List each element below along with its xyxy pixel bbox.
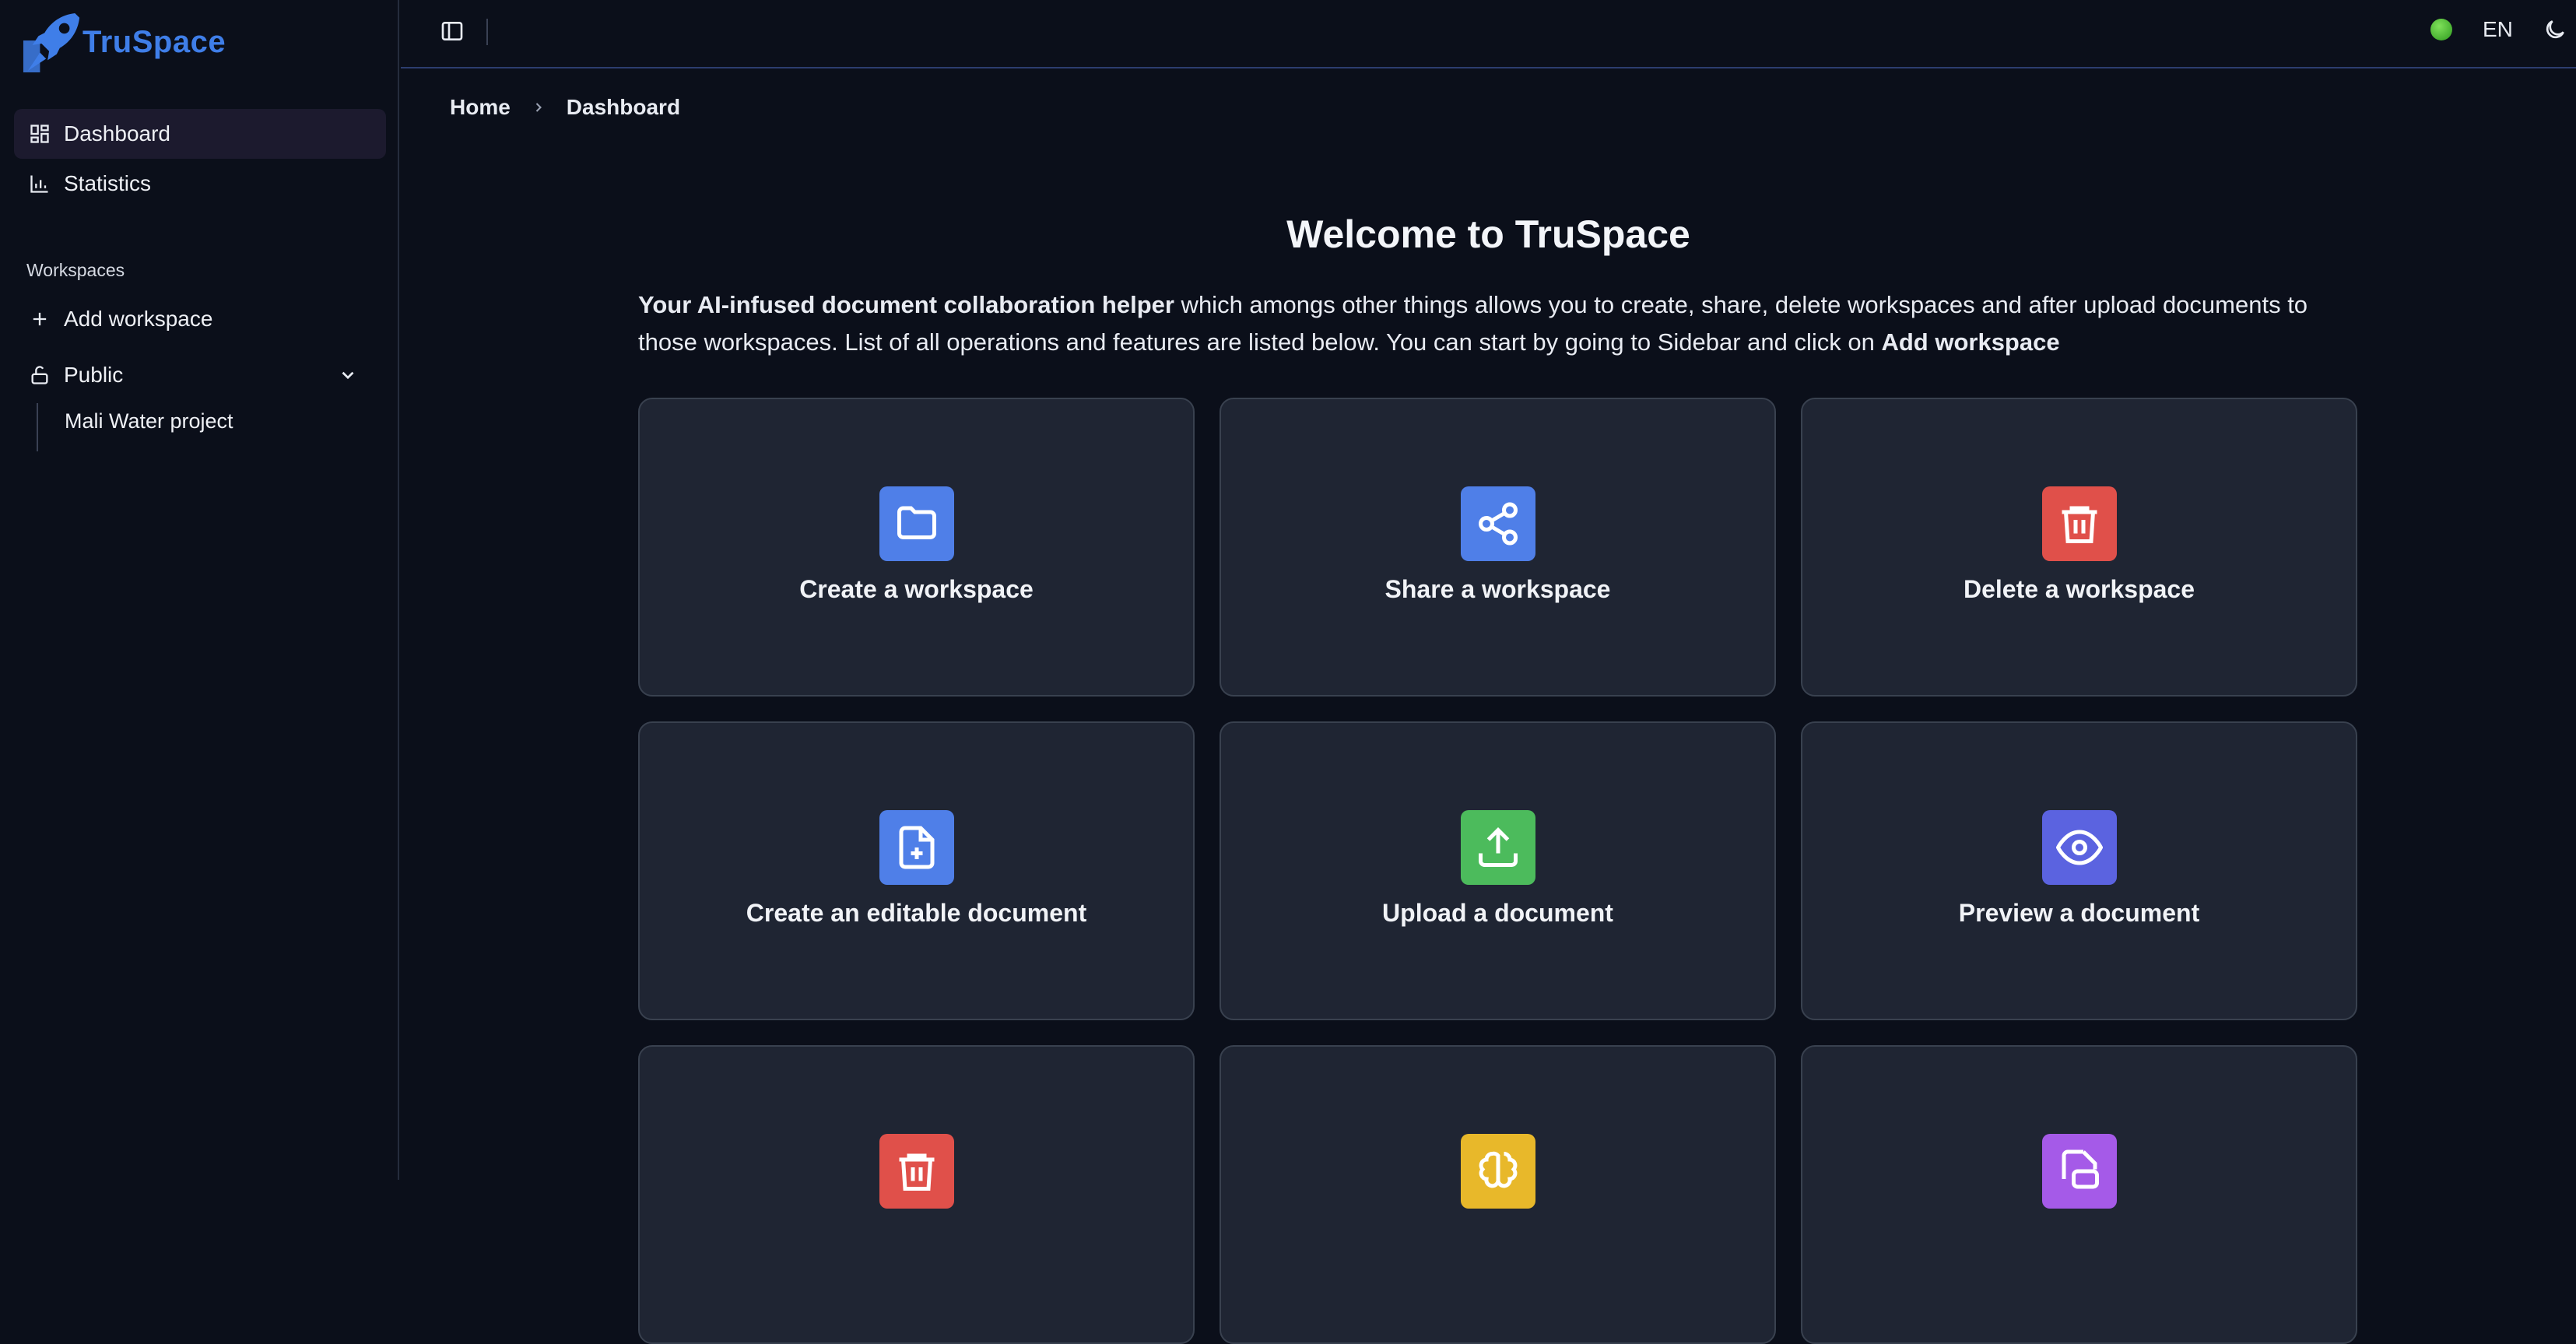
breadcrumb: Home Dashboard xyxy=(450,95,680,120)
card-label: Delete a workspace xyxy=(1963,575,2195,603)
panel-left-icon xyxy=(441,22,463,40)
chevron-right-icon xyxy=(535,103,542,112)
status-indicator xyxy=(2430,19,2452,40)
top-bar: EN xyxy=(401,0,2576,68)
lock-open-icon xyxy=(28,363,51,387)
folder-icon xyxy=(879,486,954,561)
trash-icon xyxy=(879,1134,954,1209)
theme-toggle-button[interactable] xyxy=(2543,17,2567,42)
intro-bold: Your AI-infused document collaboration h… xyxy=(638,291,1174,318)
workspaces-section-label: Workspaces xyxy=(26,260,125,280)
sidebar-item-label: Statistics xyxy=(64,171,152,195)
card-share-workspace[interactable]: Share a workspace xyxy=(1220,398,1776,697)
public-group-label: Public xyxy=(64,363,124,387)
page-title: Welcome to TruSpace xyxy=(1286,212,1690,256)
chevron-down-icon[interactable] xyxy=(338,365,358,385)
card-delete-document[interactable] xyxy=(638,1045,1195,1344)
brain-icon xyxy=(1461,1134,1535,1209)
eye-icon xyxy=(2042,810,2117,885)
dashboard-icon xyxy=(28,122,51,146)
card-create-workspace[interactable]: Create a workspace xyxy=(638,398,1195,697)
card-label: Share a workspace xyxy=(1385,575,1611,603)
sidebar-item-label: Dashboard xyxy=(64,121,170,146)
sidebar-item-statistics[interactable]: Statistics xyxy=(14,159,386,209)
share-icon xyxy=(1461,486,1535,561)
toolbar-divider xyxy=(486,19,488,45)
card-preview-document[interactable]: Preview a document xyxy=(1801,721,2357,1020)
plus-icon xyxy=(28,307,51,331)
sidebar-item-mali-water-project[interactable]: Mali Water project xyxy=(65,409,233,433)
sidebar: TruSpace Dashboard Statistics Workspaces… xyxy=(0,0,399,1180)
intro-text: Your AI-infused document collaboration h… xyxy=(638,286,2366,361)
language-selector[interactable]: EN xyxy=(2483,17,2513,42)
card-create-editable-document[interactable]: Create an editable document xyxy=(638,721,1195,1020)
logo[interactable]: TruSpace xyxy=(22,9,226,75)
card-label: Preview a document xyxy=(1958,899,2200,927)
trash-icon xyxy=(2042,486,2117,561)
card-document-chat[interactable] xyxy=(1801,1045,2357,1344)
moon-icon xyxy=(2546,20,2564,39)
add-workspace-label: Add workspace xyxy=(64,307,213,331)
bar-chart-icon xyxy=(28,172,51,195)
file-chat-icon xyxy=(2042,1134,2117,1209)
card-delete-workspace[interactable]: Delete a workspace xyxy=(1801,398,2357,697)
intro-bold-end: Add workspace xyxy=(1881,328,2060,356)
breadcrumb-current: Dashboard xyxy=(566,95,681,119)
card-upload-document[interactable]: Upload a document xyxy=(1220,721,1776,1020)
card-label: Create an editable document xyxy=(746,899,1087,927)
sidebar-item-dashboard[interactable]: Dashboard xyxy=(14,109,386,159)
card-ai-feature[interactable] xyxy=(1220,1045,1776,1344)
card-label: Upload a document xyxy=(1382,899,1613,927)
breadcrumb-home[interactable]: Home xyxy=(450,95,511,120)
add-workspace-button[interactable]: Add workspace xyxy=(14,294,386,344)
upload-icon xyxy=(1461,810,1535,885)
file-plus-icon xyxy=(879,810,954,885)
card-label: Create a workspace xyxy=(799,575,1034,603)
tree-line xyxy=(37,403,38,451)
sidebar-toggle-button[interactable] xyxy=(440,19,466,45)
sidebar-group-public[interactable]: Public xyxy=(14,350,386,400)
app-name: TruSpace xyxy=(82,24,226,59)
rocket-logo-icon xyxy=(23,12,80,72)
